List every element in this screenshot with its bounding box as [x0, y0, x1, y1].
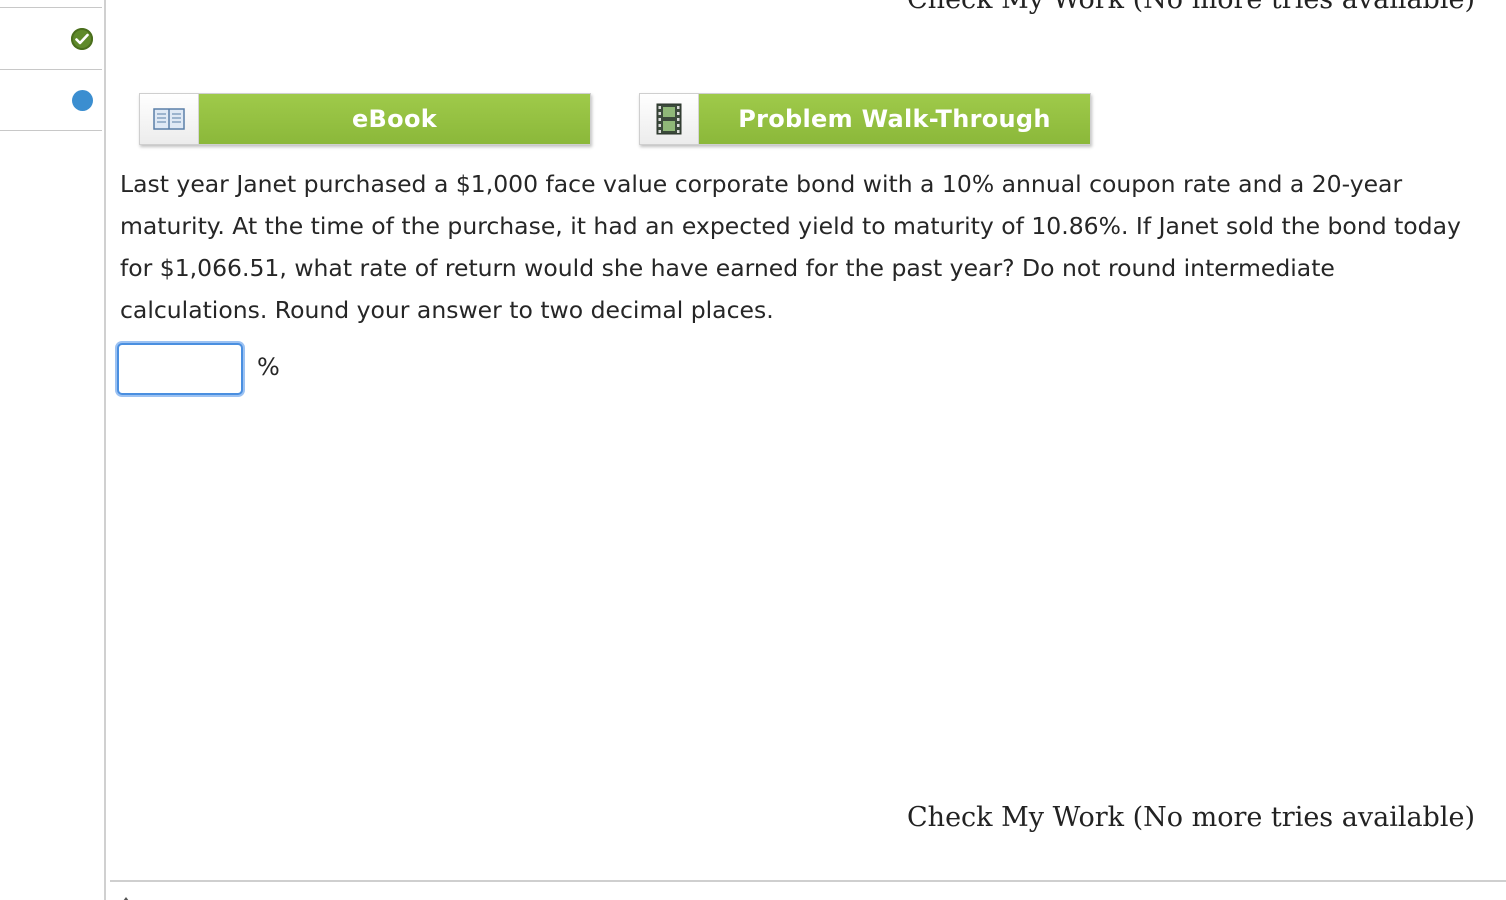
problem-walkthrough-button[interactable]: Problem Walk-Through	[639, 93, 1091, 145]
check-my-work-link[interactable]: Check My Work (No more tries available)	[907, 802, 1475, 833]
book-icon	[140, 94, 199, 144]
sidebar-divider	[0, 130, 102, 131]
page: Check My Work (No more tries available) …	[0, 0, 1506, 900]
blue-dot-icon[interactable]	[72, 90, 93, 111]
question-sidebar	[0, 0, 106, 900]
check-circle-icon[interactable]	[71, 28, 93, 50]
next-section-icon	[118, 890, 228, 900]
sidebar-divider	[0, 69, 102, 70]
sidebar-divider	[0, 7, 102, 8]
answer-input[interactable]	[117, 343, 243, 395]
problem-walkthrough-label: Problem Walk-Through	[699, 94, 1090, 144]
section-divider	[110, 880, 1506, 882]
ebook-button[interactable]: eBook	[139, 93, 591, 145]
percent-unit-label: %	[257, 353, 280, 381]
check-my-work-link-top[interactable]: Check My Work (No more tries available)	[907, 0, 1475, 15]
question-text: Last year Janet purchased a $1,000 face …	[120, 170, 1461, 324]
film-strip-icon	[640, 94, 699, 144]
ebook-label: eBook	[199, 94, 590, 144]
